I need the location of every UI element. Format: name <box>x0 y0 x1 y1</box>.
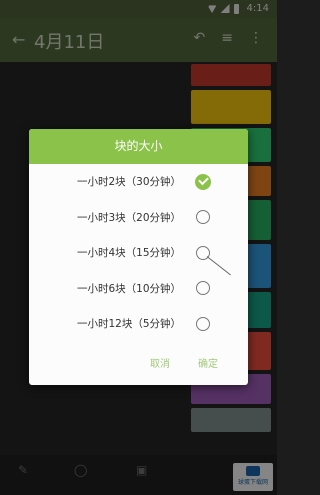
option-list: 一小时2块（30分钟） 一小时3块（20分钟） 一小时4块（15分钟） 一小时6… <box>29 164 248 342</box>
option-10min[interactable]: 一小时6块（10分钟） <box>29 271 248 307</box>
option-label: 一小时4块（15分钟） <box>77 247 182 260</box>
option-label: 一小时6块（10分钟） <box>77 282 182 295</box>
radio-icon[interactable] <box>196 210 210 225</box>
radio-icon[interactable] <box>196 316 210 331</box>
dialog-actions: 取消 确定 <box>29 355 248 371</box>
ok-button[interactable]: 确定 <box>198 355 218 370</box>
option-20min[interactable]: 一小时3块（20分钟） <box>29 200 248 236</box>
cancel-button[interactable]: 取消 <box>150 355 170 370</box>
option-5min[interactable]: 一小时12块（5分钟） <box>29 306 248 342</box>
option-label: 一小时2块（30分钟） <box>77 176 182 189</box>
option-label: 一小时3块（20分钟） <box>77 211 182 224</box>
option-label: 一小时12块（5分钟） <box>77 318 182 331</box>
dialog-title: 块的大小 <box>29 129 248 164</box>
radio-checked-icon[interactable] <box>195 173 211 190</box>
radio-icon[interactable] <box>196 281 210 296</box>
option-30min[interactable]: 一小时2块（30分钟） <box>29 164 248 200</box>
option-15min[interactable]: 一小时4块（15分钟） <box>29 235 248 271</box>
block-size-dialog: 块的大小 一小时2块（30分钟） 一小时3块（20分钟） 一小时4块（15分钟）… <box>29 129 248 385</box>
